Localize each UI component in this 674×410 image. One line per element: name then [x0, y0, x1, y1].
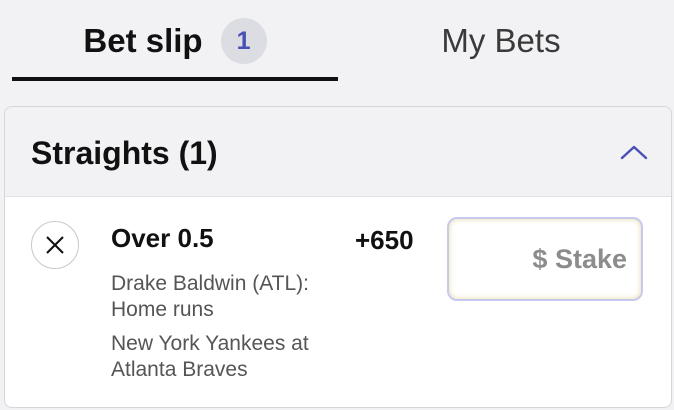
straights-card: Straights (1) Over 0.5 +650 Drake Baldwi…	[4, 106, 672, 408]
tab-my-bets[interactable]: My Bets	[338, 0, 664, 82]
tab-bet-slip-label: Bet slip	[83, 22, 203, 59]
bet-count-badge: 1	[220, 18, 267, 64]
section-title: Straights (1)	[31, 135, 218, 171]
active-tab-indicator	[12, 77, 338, 81]
stake-input[interactable]	[447, 217, 643, 301]
remove-bet-button[interactable]	[31, 221, 79, 269]
bet-market: Drake Baldwin (ATL): Home runs	[111, 272, 310, 321]
tab-bet-slip[interactable]: Bet slip 1	[12, 0, 338, 82]
bet-event: New York Yankees at Atlanta Braves	[111, 332, 309, 381]
straights-header[interactable]: Straights (1)	[5, 107, 671, 197]
close-icon	[46, 236, 64, 254]
chevron-up-icon	[620, 145, 648, 160]
tab-my-bets-label: My Bets	[441, 22, 561, 59]
bet-selection: Over 0.5	[111, 223, 214, 253]
bet-tabs: Bet slip 1 My Bets	[0, 0, 674, 82]
bet-odds: +650	[355, 225, 414, 255]
collapse-button[interactable]	[613, 131, 655, 173]
